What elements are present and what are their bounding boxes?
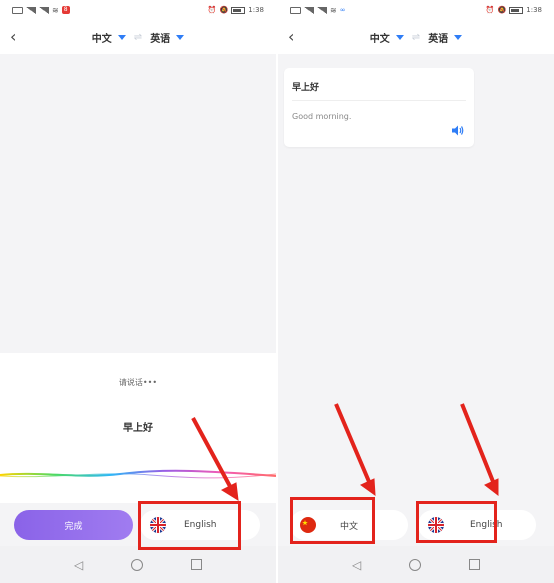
speak-prompt: 请说话••• (118, 378, 158, 387)
done-button-label: 完成 (64, 521, 83, 532)
clock: 1:38 (526, 6, 542, 14)
right-screen: ≋ ∞ ⏰ 🔕 1:38 ‹ 中文 ⇌ 英语 早上好 Good morning. (278, 0, 554, 583)
source-language-dropdown[interactable]: 中文 (370, 30, 404, 45)
annotation-box-chinese (290, 497, 375, 544)
alarm-icon: ⏰ (485, 6, 495, 14)
swap-icon[interactable]: ⇌ (412, 32, 420, 43)
wifi-icon: ≋ (52, 5, 59, 15)
alarm-icon: ⏰ (207, 6, 217, 14)
source-language-label: 中文 (369, 34, 390, 45)
nav-recents-icon[interactable] (191, 559, 203, 570)
top-navbar: ‹ 中文 ⇌ 英语 (0, 20, 276, 54)
nav-recents-icon[interactable] (469, 559, 481, 570)
system-nav-bar: ◁ (278, 546, 554, 583)
caret-down-icon (454, 35, 463, 40)
translation-card: 早上好 Good morning. (284, 68, 474, 147)
notification-badge: 8 (61, 6, 70, 14)
caret-down-icon (176, 35, 185, 40)
done-button[interactable]: 完成 (14, 510, 133, 540)
source-language-dropdown[interactable]: 中文 (92, 30, 126, 45)
target-language-label: 英语 (428, 34, 449, 45)
source-language-label: 中文 (91, 34, 112, 45)
annotation-box-left-english (138, 501, 241, 550)
top-navbar: ‹ 中文 ⇌ 英语 (278, 20, 554, 54)
wifi-icon: ≋ (330, 5, 337, 15)
target-language-dropdown[interactable]: 英语 (150, 30, 185, 45)
sim-card-icon (290, 6, 301, 14)
clock: 1:38 (248, 6, 264, 14)
signal-icon-2 (317, 6, 327, 14)
nav-home-icon[interactable] (131, 558, 144, 571)
mute-icon: 🔕 (497, 6, 507, 14)
nav-back-icon[interactable]: ◁ (352, 558, 361, 572)
caret-down-icon (395, 35, 404, 40)
signal-icon (26, 6, 36, 14)
mute-icon: 🔕 (219, 6, 229, 14)
sim-card-icon (12, 6, 23, 14)
target-language-dropdown[interactable]: 英语 (428, 30, 463, 45)
swap-icon[interactable]: ⇌ (134, 32, 142, 43)
annotation-box-right-english (416, 501, 497, 543)
nav-back-icon[interactable]: ◁ (74, 558, 83, 572)
system-nav-bar: ◁ (0, 546, 276, 583)
speaker-icon[interactable] (452, 125, 464, 139)
language-selector: 中文 ⇌ 英语 (278, 30, 554, 45)
target-language-label: 英语 (150, 34, 171, 45)
signal-icon (304, 6, 314, 14)
signal-icon-2 (39, 6, 49, 14)
language-selector: 中文 ⇌ 英语 (0, 30, 276, 45)
status-bar: ≋ ∞ ⏰ 🔕 1:38 (278, 0, 554, 20)
link-icon: ∞ (339, 6, 346, 14)
caret-down-icon (117, 35, 126, 40)
source-text: 早上好 (292, 83, 320, 93)
translated-text: Good morning. (292, 112, 352, 121)
battery-icon (231, 6, 246, 14)
left-screen: ≋ 8 ⏰ 🔕 1:38 ‹ 中文 ⇌ 英语 请说话••• 早上好 完成 Eng… (0, 0, 276, 583)
card-divider (292, 100, 466, 101)
recognized-text: 早上好 (123, 423, 153, 434)
status-bar: ≋ 8 ⏰ 🔕 1:38 (0, 0, 276, 20)
voice-waveform (0, 469, 276, 479)
battery-icon (509, 6, 524, 14)
nav-home-icon[interactable] (409, 558, 422, 571)
speech-recognition-panel: 请说话••• 早上好 (0, 353, 276, 503)
